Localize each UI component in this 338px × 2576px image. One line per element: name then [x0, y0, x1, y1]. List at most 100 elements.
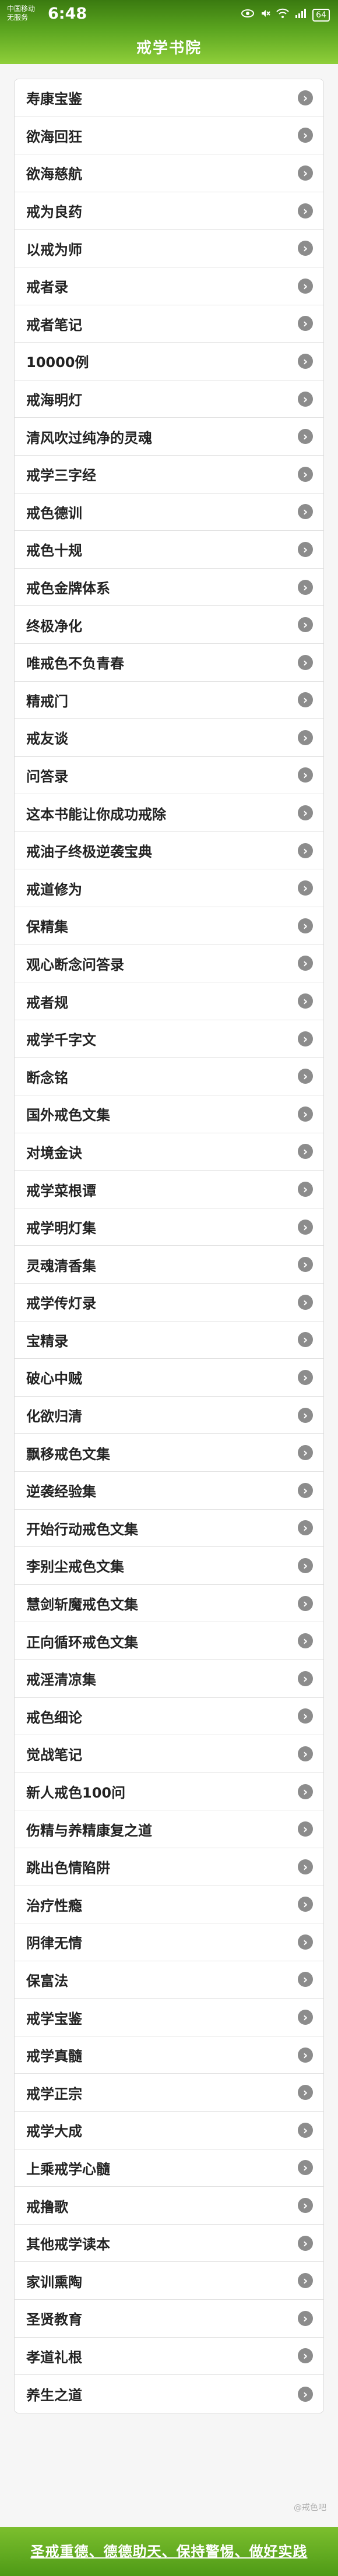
footer-banner[interactable]: 圣戒重德、德德助天、保持警惕、做好实践	[0, 2527, 338, 2576]
list-item[interactable]: 化欲归清 ›	[15, 1397, 323, 1435]
list-item[interactable]: 观心断念问答录 ›	[15, 945, 323, 983]
list-item-label: 家训熏陶	[26, 2274, 82, 2290]
list-item-label: 国外戒色文集	[26, 1107, 110, 1124]
app-header: 中国移动 无服务 6:48 64 戒学书院	[0, 0, 338, 64]
list-item-label: 戒道修为	[26, 881, 82, 898]
list-item-label: 清风吹过纯净的灵魂	[26, 429, 152, 446]
list-item[interactable]: 欲海回狂 ›	[15, 117, 323, 155]
list-item[interactable]: 戒学三字经 ›	[15, 456, 323, 494]
list-item[interactable]: 正向循环戒色文集 ›	[15, 1622, 323, 1660]
list-item[interactable]: 戒色德训 ›	[15, 494, 323, 531]
list-item[interactable]: 阴律无情 ›	[15, 1923, 323, 1961]
list-item-label: 正向循环戒色文集	[26, 1634, 138, 1651]
list-item[interactable]: 10000例 ›	[15, 343, 323, 380]
list-item-label: 戒学菜根谭	[26, 1182, 96, 1199]
list-item-label: 破心中贼	[26, 1370, 82, 1387]
list-item-label: 觉战笔记	[26, 1747, 82, 1764]
list-item[interactable]: 戒色金牌体系 ›	[15, 569, 323, 607]
chevron-right-icon: ›	[298, 241, 313, 256]
chevron-right-icon: ›	[298, 429, 313, 445]
list-item-label: 对境金诀	[26, 1144, 82, 1161]
list-item[interactable]: 戒道修为 ›	[15, 869, 323, 908]
chevron-right-icon: ›	[298, 203, 313, 219]
list-item[interactable]: 其他戒学读本 ›	[15, 2225, 323, 2263]
list-item-label: 戒学正宗	[26, 2085, 82, 2102]
list-item[interactable]: 戒撸歌 ›	[15, 2187, 323, 2225]
list-item[interactable]: 跳出色情陷阱 ›	[15, 1848, 323, 1886]
list-item[interactable]: 破心中贼 ›	[15, 1359, 323, 1397]
chevron-right-icon: ›	[298, 353, 313, 369]
list-item[interactable]: 戒学千字文 ›	[15, 1020, 323, 1058]
list-item-label: 戒者录	[26, 279, 68, 296]
list-item-label: 寿康宝鉴	[26, 91, 82, 108]
list-item[interactable]: 戒油子终极逆袭宝典 ›	[15, 832, 323, 870]
list-item-label: 戒学三字经	[26, 467, 96, 484]
chevron-right-icon: ›	[298, 617, 313, 633]
list-item[interactable]: 戒海明灯 ›	[15, 380, 323, 418]
list-item-label: 伤精与养精康复之道	[26, 1822, 152, 1839]
list-item[interactable]: 圣贤教育 ›	[15, 2300, 323, 2338]
list-item[interactable]: 戒为良药 ›	[15, 192, 323, 230]
list-item[interactable]: 保富法 ›	[15, 1961, 323, 1999]
carrier-service: 无服务	[7, 13, 29, 22]
list-item[interactable]: 对境金诀 ›	[15, 1133, 323, 1171]
list-item[interactable]: 宝精录 ›	[15, 1322, 323, 1359]
list-item[interactable]: 欲海慈航 ›	[15, 154, 323, 192]
chevron-right-icon: ›	[298, 1859, 313, 1874]
list-item[interactable]: 戒者录 ›	[15, 267, 323, 305]
list-item[interactable]: 断念铭 ›	[15, 1058, 323, 1096]
list-item[interactable]: 戒学大成 ›	[15, 2112, 323, 2149]
list-item[interactable]: 养生之道 ›	[15, 2375, 323, 2413]
list-item[interactable]: 戒者规 ›	[15, 982, 323, 1020]
chevron-right-icon: ›	[298, 2085, 313, 2101]
list-item[interactable]: 戒色细论 ›	[15, 1698, 323, 1736]
list-item[interactable]: 戒学正宗 ›	[15, 2074, 323, 2112]
list-item[interactable]: 伤精与养精康复之道 ›	[15, 1810, 323, 1848]
list-item[interactable]: 清风吹过纯净的灵魂 ›	[15, 418, 323, 456]
list-item[interactable]: 戒学传灯录 ›	[15, 1284, 323, 1322]
list-item[interactable]: 戒学菜根谭 ›	[15, 1171, 323, 1208]
list-item[interactable]: 飘移戒色文集 ›	[15, 1434, 323, 1472]
list-item[interactable]: 戒色十规 ›	[15, 531, 323, 569]
list-item[interactable]: 新人戒色100问 ›	[15, 1773, 323, 1811]
page-title: 戒学书院	[136, 40, 202, 57]
list-item-label: 孝道礼根	[26, 2349, 82, 2366]
list-item[interactable]: 戒学真髓 ›	[15, 2036, 323, 2074]
chevron-right-icon: ›	[298, 654, 313, 670]
list-item-label: 戒学千字文	[26, 1032, 96, 1049]
list-item-label: 李别尘戒色文集	[26, 1559, 124, 1576]
chevron-right-icon: ›	[298, 843, 313, 858]
list-item[interactable]: 国外戒色文集 ›	[15, 1095, 323, 1133]
list-item[interactable]: 戒淫清凉集 ›	[15, 1660, 323, 1698]
list-item[interactable]: 家训熏陶 ›	[15, 2262, 323, 2300]
list-item-label: 戒学真髓	[26, 2048, 82, 2065]
list-item[interactable]: 唯戒色不负青春 ›	[15, 644, 323, 682]
list-item[interactable]: 孝道礼根 ›	[15, 2338, 323, 2376]
list-item[interactable]: 戒友谈 ›	[15, 719, 323, 757]
list-item[interactable]: 以戒为师 ›	[15, 230, 323, 267]
list-item[interactable]: 觉战笔记 ›	[15, 1735, 323, 1773]
list-item[interactable]: 开始行动戒色文集 ›	[15, 1510, 323, 1548]
list-item[interactable]: 戒学明灯集 ›	[15, 1208, 323, 1246]
list-item[interactable]: 戒者笔记 ›	[15, 305, 323, 343]
list-item[interactable]: 治疗性瘾 ›	[15, 1886, 323, 1924]
list-item[interactable]: 问答录 ›	[15, 757, 323, 795]
chevron-right-icon: ›	[298, 1182, 313, 1197]
chevron-right-icon: ›	[298, 90, 313, 105]
list-item[interactable]: 寿康宝鉴 ›	[15, 79, 323, 117]
list-item[interactable]: 保精集 ›	[15, 907, 323, 945]
chevron-right-icon: ›	[298, 2010, 313, 2025]
footer-slogan[interactable]: 圣戒重德、德德助天、保持警惕、做好实践	[31, 2543, 308, 2560]
list-item[interactable]: 这本书能让你成功戒除 ›	[15, 794, 323, 832]
list-item-label: 宝精录	[26, 1333, 68, 1349]
list-item[interactable]: 上乘戒学心髓 ›	[15, 2149, 323, 2187]
list-item[interactable]: 精戒门 ›	[15, 682, 323, 720]
list-item[interactable]: 逆袭经验集 ›	[15, 1472, 323, 1510]
list-item[interactable]: 李别尘戒色文集 ›	[15, 1547, 323, 1585]
list-item[interactable]: 终极净化 ›	[15, 606, 323, 644]
chevron-right-icon: ›	[298, 1784, 313, 1799]
chevron-right-icon: ›	[298, 880, 313, 896]
list-item[interactable]: 戒学宝鉴 ›	[15, 1999, 323, 2036]
list-item[interactable]: 慧剑斩魔戒色文集 ›	[15, 1585, 323, 1623]
list-item[interactable]: 灵魂清香集 ›	[15, 1246, 323, 1284]
